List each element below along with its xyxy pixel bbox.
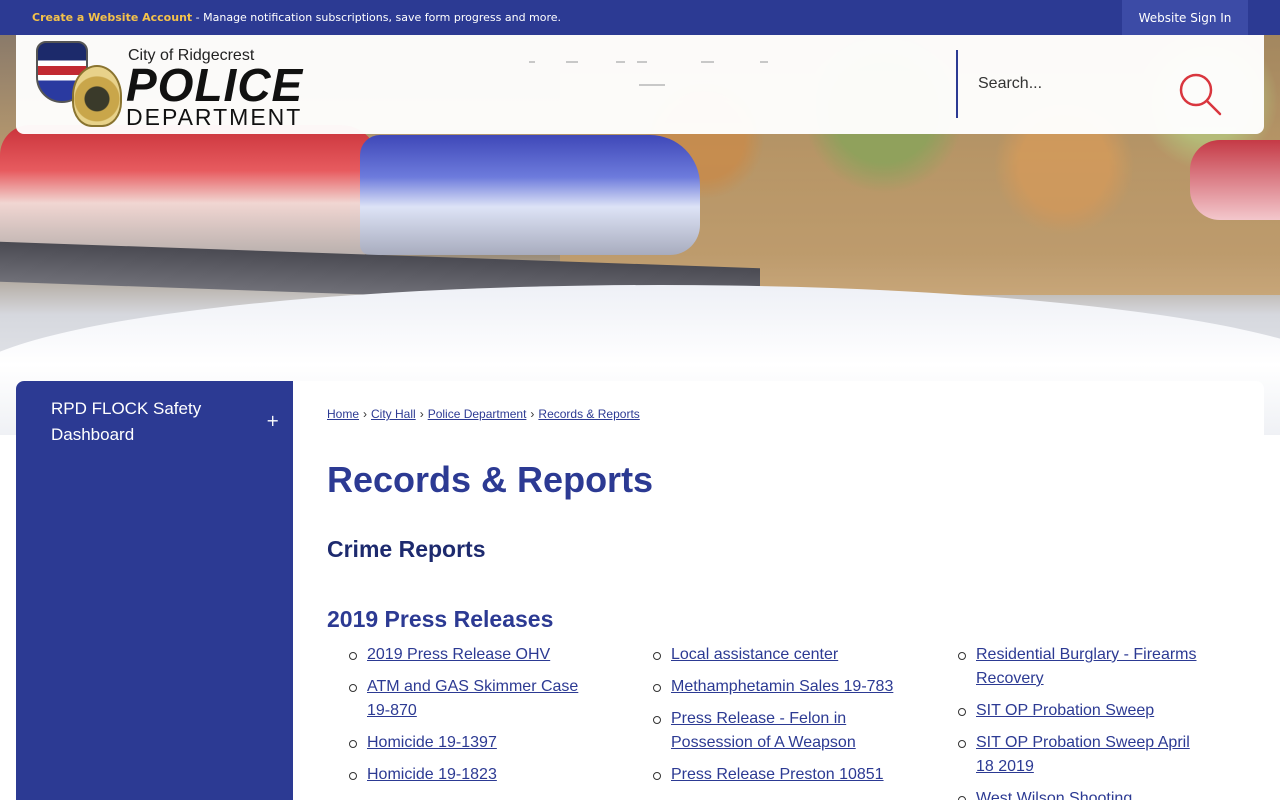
list-item: Press Release - Felon in Possession of A…: [631, 707, 896, 755]
list-item: Methamphetamin Sales 19-783: [631, 675, 896, 699]
breadcrumb-separator: ›: [530, 407, 535, 421]
list-item: Local assistance center: [631, 643, 896, 667]
press-link-atm-skimmer[interactable]: ATM and GAS Skimmer Case 19-870: [367, 678, 578, 719]
site-header: City of Ridgecrest POLICE DEPARTMENT: [16, 35, 1264, 134]
press-list-column-1: 2019 Press Release OHV ATM and GAS Skimm…: [327, 643, 592, 795]
plus-icon[interactable]: +: [266, 411, 279, 430]
create-account-link[interactable]: Create a Website Account: [32, 11, 192, 24]
nav-item-4[interactable]: [637, 61, 647, 63]
list-item: Homicide 19-1823: [327, 763, 592, 787]
account-message: Create a Website Account - Manage notifi…: [32, 10, 561, 25]
account-message-text: - Manage notification subscriptions, sav…: [192, 11, 562, 24]
breadcrumb-police-department[interactable]: Police Department: [428, 407, 527, 421]
press-list-column-3: Residential Burglary - Firearms Recovery…: [936, 643, 1201, 800]
hero-blue-light: [360, 135, 700, 255]
main-navigation[interactable]: [511, 59, 771, 99]
site-logo[interactable]: City of Ridgecrest POLICE DEPARTMENT: [36, 41, 336, 129]
press-link-sit-op[interactable]: SIT OP Probation Sweep: [976, 702, 1154, 719]
site-search: [956, 50, 1236, 118]
press-link-ohv[interactable]: 2019 Press Release OHV: [367, 646, 550, 663]
nav-item-1[interactable]: [529, 61, 535, 63]
page-title: Records & Reports: [327, 459, 654, 500]
sidebar-item-flock-dashboard[interactable]: RPD FLOCK Safety Dashboard: [51, 396, 251, 448]
press-link-west-wilson[interactable]: West Wilson Shooting: [976, 790, 1132, 800]
hero-red-light-right: [1190, 140, 1280, 220]
search-button[interactable]: [1178, 72, 1224, 118]
press-link-local-assistance[interactable]: Local assistance center: [671, 646, 838, 663]
breadcrumb-separator: ›: [363, 407, 368, 421]
breadcrumb-home[interactable]: Home: [327, 407, 359, 421]
nav-item-3[interactable]: [616, 61, 625, 63]
main-content: Home › City Hall › Police Department › Records…: [293, 381, 1264, 800]
list-item: West Wilson Shooting: [936, 787, 1201, 800]
top-utility-bar: Create a Website Account - Manage notifi…: [0, 0, 1280, 35]
breadcrumb-separator: ›: [419, 407, 424, 421]
hero-red-light: [0, 125, 380, 255]
list-item: Homicide 19-1397: [327, 731, 592, 755]
nav-item-5[interactable]: [701, 61, 714, 63]
search-input[interactable]: [978, 72, 1168, 96]
list-item: ATM and GAS Skimmer Case 19-870: [327, 675, 592, 723]
press-releases-2019-heading: 2019 Press Releases: [327, 606, 554, 632]
press-link-felon-weapon[interactable]: Press Release - Felon in Possession of A…: [671, 710, 856, 751]
press-link-residential-burglary[interactable]: Residential Burglary - Firearms Recovery: [976, 646, 1197, 687]
breadcrumb-records-reports[interactable]: Records & Reports: [538, 407, 639, 421]
press-link-preston[interactable]: Press Release Preston 10851: [671, 766, 884, 783]
list-item: 2019 Press Release OHV: [327, 643, 592, 667]
breadcrumb-city-hall[interactable]: City Hall: [371, 407, 416, 421]
list-item: SIT OP Probation Sweep April 18 2019: [936, 731, 1201, 779]
nav-item-7[interactable]: [639, 84, 665, 86]
nav-item-6[interactable]: [760, 61, 768, 63]
sidebar-nav: RPD FLOCK Safety Dashboard +: [16, 381, 293, 800]
press-link-sit-op-april[interactable]: SIT OP Probation Sweep April 18 2019: [976, 734, 1190, 775]
press-link-methamphetamin[interactable]: Methamphetamin Sales 19-783: [671, 678, 893, 695]
police-badge-icon: [72, 65, 122, 127]
logo-police-text: POLICE: [126, 59, 304, 111]
website-sign-in-button[interactable]: Website Sign In: [1122, 0, 1248, 35]
logo-department-text: DEPARTMENT: [126, 104, 303, 130]
press-link-homicide-1397[interactable]: Homicide 19-1397: [367, 734, 497, 751]
press-link-homicide-1823[interactable]: Homicide 19-1823: [367, 766, 497, 783]
crime-reports-heading[interactable]: Crime Reports: [327, 536, 485, 563]
nav-item-2[interactable]: [566, 61, 578, 63]
press-list-column-2: Local assistance center Methamphetamin S…: [631, 643, 896, 795]
list-item: Residential Burglary - Firearms Recovery: [936, 643, 1201, 691]
list-item: Press Release Preston 10851: [631, 763, 896, 787]
search-icon: [1179, 73, 1222, 116]
breadcrumb: Home › City Hall › Police Department › Records…: [327, 407, 640, 421]
list-item: SIT OP Probation Sweep: [936, 699, 1201, 723]
